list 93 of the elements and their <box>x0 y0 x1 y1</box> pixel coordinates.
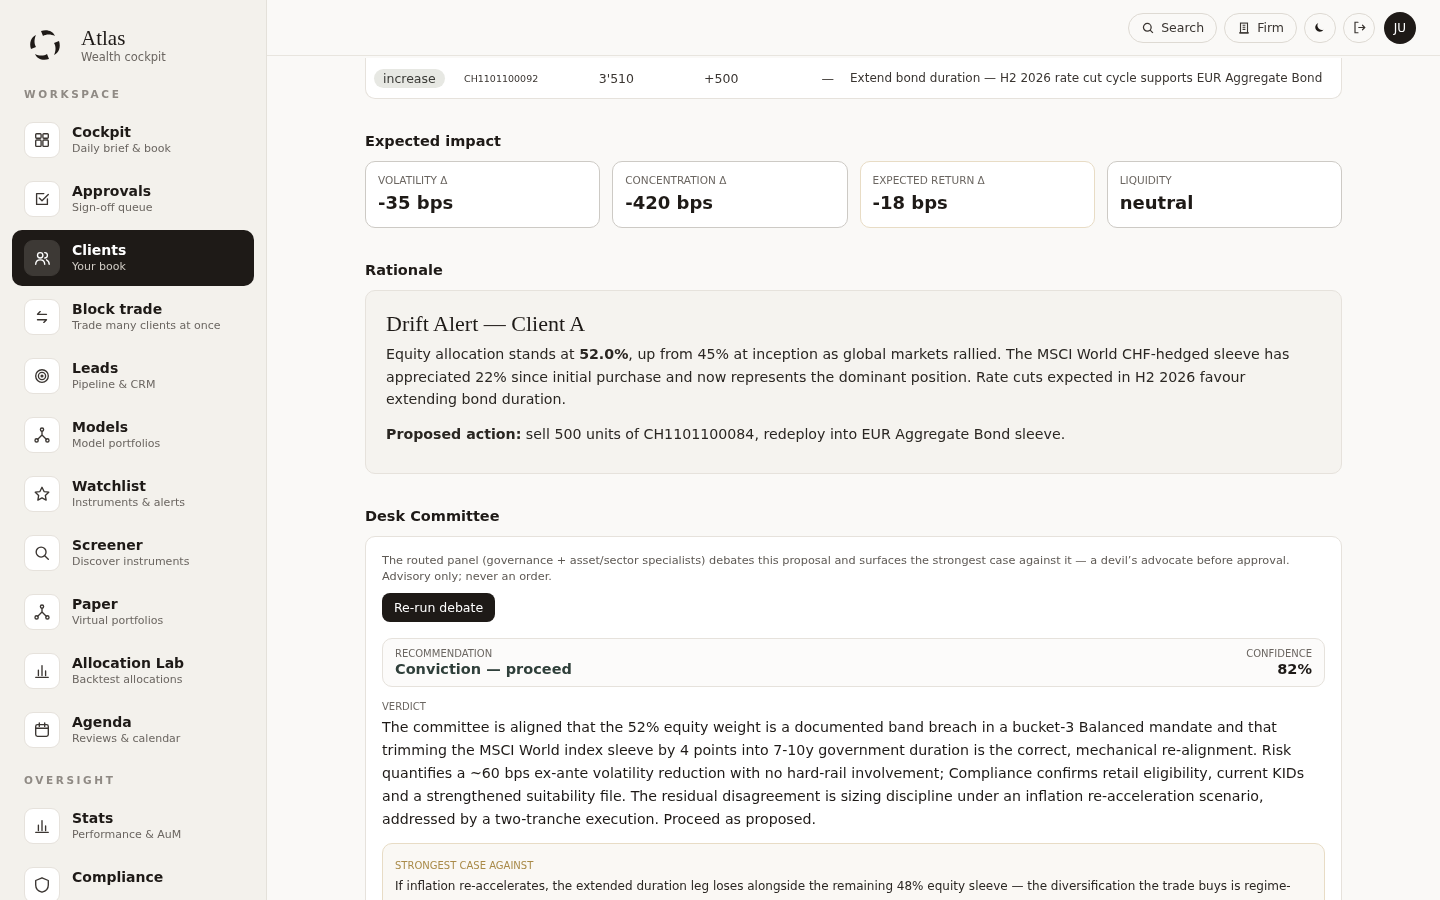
table-cell-text: +500 <box>703 70 740 86</box>
logo-icon <box>27 27 63 63</box>
nav-subtitle: Sign-off queue <box>72 200 153 215</box>
bars-icon <box>33 817 51 835</box>
nav-label: Models <box>72 418 130 436</box>
nav-label: Compliance <box>72 868 164 886</box>
grid-icon <box>33 131 51 149</box>
nav-label: Stats <box>72 809 115 827</box>
calendar-icon <box>33 721 51 739</box>
action-tag: increase <box>374 68 445 88</box>
nav-item[interactable]: Compliance <box>12 857 254 900</box>
nav-subtitle: Your book <box>72 259 127 274</box>
impact-value: -420 bps <box>625 192 715 213</box>
nav-item[interactable]: Screener Discover instruments <box>12 525 254 581</box>
confidence-label: CONFIDENCE <box>1246 648 1312 659</box>
nav-subtitle: Pipeline & CRM <box>72 377 156 392</box>
committee-intro: The routed panel (governance + asset/sector specialists) debates this proposal and surfaces the strongest case against it — a devil’s advocate before approval. Advisory only; never an order. <box>382 553 1291 585</box>
nav-subtitle: Trade many clients at once <box>72 318 221 333</box>
against-label: STRONGEST CASE AGAINST <box>395 860 534 871</box>
bars-icon <box>33 662 51 680</box>
nav-label: Approvals <box>72 182 153 200</box>
nodes-icon <box>33 426 51 444</box>
impact-value: -18 bps <box>872 192 949 213</box>
search-button[interactable]: Search <box>1128 12 1218 43</box>
section-heading: Desk Committee <box>365 508 501 524</box>
nav-label: Clients <box>72 241 127 259</box>
nav-label: Block trade <box>72 300 164 318</box>
table-cell: Extend bond duration — H2 2026 rate cut cycle supports EUR Aggregate Bond <box>850 71 1323 85</box>
nav-item[interactable]: Models Model portfolios <box>12 407 254 463</box>
nav-item[interactable]: Allocation Lab Backtest allocations <box>12 643 254 699</box>
brand-tagline: Wealth cockpit <box>81 50 166 64</box>
logout-button[interactable] <box>1343 12 1375 43</box>
building-icon <box>1237 20 1252 35</box>
table-cell-text: — <box>820 70 835 86</box>
nav-subtitle: Performance & AuM <box>72 827 182 842</box>
check-icon <box>33 190 51 208</box>
logout-icon <box>1351 20 1367 35</box>
section-heading: OVERSIGHT <box>23 774 117 786</box>
brand-name: Atlas <box>81 26 127 50</box>
rationale-title: Drift Alert — Client A <box>386 311 587 337</box>
nav-label: Screener <box>72 536 144 554</box>
impact-label: VOLATILITY Δ <box>378 174 449 186</box>
nav-label: Leads <box>72 359 120 377</box>
impact-label: CONCENTRATION Δ <box>625 174 728 186</box>
nav-subtitle: Instruments & alerts <box>72 495 185 510</box>
users-icon <box>33 249 51 267</box>
nav-subtitle: Daily brief & book <box>72 141 171 156</box>
rerun-debate-button[interactable]: Re-run debate <box>382 593 496 622</box>
verdict-label: VERDICT <box>382 701 427 712</box>
confidence-value: 82% <box>1277 661 1312 677</box>
nav-subtitle: Discover instruments <box>72 554 190 569</box>
nav-item[interactable]: Stats Performance & AuM <box>12 798 254 854</box>
rationale-text: Equity allocation stands at 52.0%, up from 45% at inception as global markets rallied. The MSCI World CHF-hedged sleeve has appreciated 22% since initial purchase and now represents the dominant position. Rate cuts expected in H2 2026 favour extending bond duration. <box>386 345 1291 409</box>
impact-label: EXPECTED RETURN Δ <box>872 174 986 186</box>
search-icon <box>1141 20 1156 35</box>
nav-subtitle: Reviews & calendar <box>72 731 181 746</box>
nav-item[interactable]: Clients Your book <box>12 230 254 286</box>
recommendation-value: Conviction — proceed <box>395 661 572 677</box>
nav-item[interactable]: Cockpit Daily brief & book <box>12 112 254 168</box>
nav-item[interactable]: Leads Pipeline & CRM <box>12 348 254 404</box>
nav-label: Paper <box>72 595 119 613</box>
nav-item[interactable]: Block trade Trade many clients at once <box>12 289 254 345</box>
nav-item[interactable]: Approvals Sign-off queue <box>12 171 254 227</box>
impact-label: LIQUIDITY <box>1119 174 1173 186</box>
nav-item[interactable]: Agenda Reviews & calendar <box>12 702 254 758</box>
impact-value: -35 bps <box>378 192 455 213</box>
shield-icon <box>33 876 51 894</box>
search-icon <box>33 544 51 562</box>
recommendation-label: RECOMMENDATION <box>395 648 494 659</box>
nav-label: Agenda <box>72 713 133 731</box>
proposed-action-text: Proposed action: sell 500 units of CH1101100084, redeploy into EUR Aggregate Bond sleeve. <box>386 424 1067 444</box>
nav-subtitle: Virtual portfolios <box>72 613 164 628</box>
table-cell-text: CH1101100092 <box>464 72 540 84</box>
user-avatar[interactable]: JU <box>1384 11 1416 44</box>
nodes-icon <box>33 603 51 621</box>
nav-label: Cockpit <box>72 123 132 141</box>
nav-label: Watchlist <box>72 477 147 495</box>
target-icon <box>33 367 51 385</box>
nav-subtitle: Backtest allocations <box>72 672 184 687</box>
section-heading: WORKSPACE <box>23 88 123 100</box>
section-heading: Rationale <box>365 262 444 278</box>
nav-label: Allocation Lab <box>72 654 185 672</box>
star-icon <box>33 485 51 503</box>
theme-toggle-button[interactable] <box>1304 12 1336 43</box>
impact-value: neutral <box>1119 192 1195 213</box>
nav-item[interactable]: Paper Virtual portfolios <box>12 584 254 640</box>
firm-button[interactable]: Firm <box>1224 12 1297 43</box>
table-cell-text: 3'510 <box>597 70 635 86</box>
nav-item[interactable]: Watchlist Instruments & alerts <box>12 466 254 522</box>
section-heading: Expected impact <box>365 133 503 149</box>
nav-subtitle: Model portfolios <box>72 436 161 451</box>
against-text: If inflation re-accelerates, the extended duration leg loses alongside the remaining 48% equity sleeve — the diversification the trade buys is regime- <box>395 879 1292 893</box>
verdict-text: The committee is aligned that the 52% equity weight is a documented band breach in a bucket-3 Balanced mandate and that trimming the MSCI World index sleeve by 4 points into 7-10y government duration is the correct, mechanical re-alignment. Risk quantifies a ~60 bps ex-ante volatility reduction with no hard-rail involvement; Compliance confirms retail eligibility, current KIDs and a strengthened suitability file. The residual disagreement is sizing discipline under an inflation re-acceleration scenario, addressed by a two-tranche execution. Proceed as proposed. <box>382 718 1306 829</box>
